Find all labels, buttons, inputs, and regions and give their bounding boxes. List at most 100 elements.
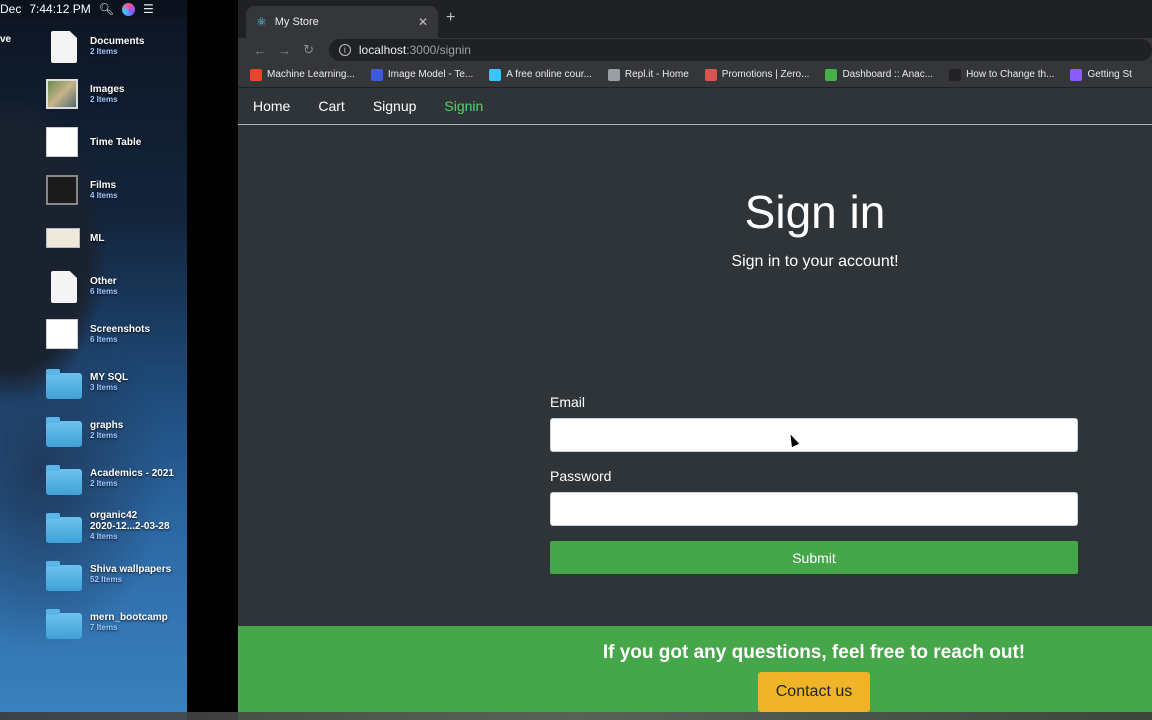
- desktop-item-name: Time Table: [90, 136, 142, 148]
- tab-my-store[interactable]: ⚛ My Store ✕: [246, 6, 438, 38]
- document-icon: [46, 271, 82, 303]
- desktop-item-name: Films: [90, 179, 117, 191]
- contact-us-button[interactable]: Contact us: [758, 672, 870, 712]
- desktop-gap: [187, 0, 238, 720]
- email-field[interactable]: [550, 418, 1078, 452]
- bookmark-label: A free online cour...: [506, 69, 592, 80]
- submit-button[interactable]: Submit: [550, 541, 1078, 574]
- desktop-item-text: Time Table: [90, 137, 141, 148]
- desktop-item-text: MY SQL 3 Items: [90, 372, 128, 393]
- bookmark-label: Repl.it - Home: [624, 69, 689, 80]
- reload-icon[interactable]: ↻: [297, 42, 321, 58]
- new-tab-button[interactable]: +: [446, 9, 455, 27]
- desktop-item[interactable]: Other 6 Items: [46, 264, 186, 308]
- url-path: :3000/signin: [406, 43, 471, 57]
- desktop-item-text: Academics - 2021 2 Items: [90, 468, 174, 489]
- desktop-item-count: 2 Items: [90, 46, 118, 56]
- bookmark-favicon-icon: [250, 68, 262, 81]
- back-arrow-icon[interactable]: ←: [248, 43, 272, 58]
- macos-desktop: Dec 7:44:12 PM 🔍︎ ☰ ve Documents 2 Items I…: [0, 0, 238, 720]
- password-group: Password: [550, 468, 1078, 526]
- folder-icon: [46, 607, 82, 639]
- nav-link-signin[interactable]: Signin: [444, 98, 483, 114]
- desktop-item[interactable]: Screenshots 6 Items: [46, 312, 186, 356]
- desktop-item-text: Other 6 Items: [90, 276, 118, 297]
- forward-arrow-icon[interactable]: →: [272, 43, 296, 58]
- page-title: Sign in: [744, 186, 886, 238]
- address-bar[interactable]: i localhost :3000/signin: [328, 39, 1152, 61]
- desktop-item-text: ML: [90, 233, 104, 244]
- desktop-item-text: Screenshots 6 Items: [90, 324, 150, 345]
- bookmark-label: Image Model - Te...: [387, 69, 474, 80]
- browser-toolbar: ← → ↻ i localhost :3000/signin: [238, 38, 1152, 62]
- menubar-time: 7:44:12 PM: [29, 2, 91, 16]
- menubar-date: Dec: [0, 2, 22, 16]
- folder-icon: [46, 511, 82, 543]
- document-icon: [46, 127, 82, 157]
- nav-link-signup[interactable]: Signup: [373, 98, 417, 114]
- desktop-item-text: Films 4 Items: [90, 180, 118, 201]
- email-label: Email: [550, 394, 586, 410]
- siri-icon[interactable]: [121, 2, 135, 16]
- notification-center-icon[interactable]: ☰: [143, 2, 154, 16]
- desktop-item-text: organic42 2020-12...2-03-28 4 Items: [90, 510, 170, 542]
- page-subtitle: Sign in to your account!: [731, 253, 899, 270]
- bookmark-favicon-icon: [949, 68, 962, 81]
- bookmark-item[interactable]: Getting St: [1070, 68, 1132, 81]
- bookmark-item[interactable]: Image Model - Te...: [370, 68, 474, 81]
- bookmark-label: How to Change th...: [966, 69, 1055, 80]
- browser-window: ⚛ My Store ✕ + ← → ↻ i localhost :3000/s…: [238, 0, 1152, 720]
- desktop-item-name: organic42 2020-12...2-03-28: [90, 510, 170, 533]
- desktop-item-text: mern_bootcamp 7 Items: [90, 612, 168, 633]
- footer: If you got any questions, feel free to r…: [238, 626, 1152, 720]
- desktop-item[interactable]: Documents 2 Items: [46, 24, 186, 68]
- bookmark-item[interactable]: A free online cour...: [489, 68, 592, 81]
- folder-icon: [46, 367, 82, 399]
- desktop-item-count: 2 Items: [90, 430, 118, 440]
- spotlight-icon[interactable]: 🔍︎: [99, 2, 114, 16]
- tab-title: My Store: [274, 16, 319, 28]
- menu-bar: Dec 7:44:12 PM 🔍︎ ☰: [0, 0, 187, 18]
- desktop-item-count: 4 Items: [90, 190, 118, 200]
- desktop-item-name: Academics - 2021: [90, 467, 174, 479]
- nav-link-home[interactable]: Home: [253, 98, 290, 114]
- url-host: localhost: [358, 43, 407, 57]
- desktop-item[interactable]: Time Table: [46, 120, 186, 164]
- desktop-item[interactable]: ML: [46, 216, 186, 260]
- bookmark-item[interactable]: Promotions | Zero...: [704, 68, 809, 81]
- folder-icon: [46, 415, 82, 447]
- desktop-item[interactable]: MY SQL 3 Items: [46, 360, 186, 404]
- desktop-item-name: Screenshots: [90, 323, 151, 335]
- desktop-item[interactable]: graphs 2 Items: [46, 408, 186, 452]
- bookmark-item[interactable]: Repl.it - Home: [607, 68, 689, 81]
- bookmark-label: Getting St: [1087, 69, 1132, 80]
- desktop-item-name: graphs: [90, 419, 124, 431]
- bookmark-favicon-icon: [825, 68, 838, 81]
- bookmarks-bar: Machine Learning... Image Model - Te... A …: [238, 62, 1152, 88]
- nav-link-cart[interactable]: Cart: [318, 98, 344, 114]
- bookmark-item[interactable]: Dashboard :: Anac...: [825, 68, 934, 81]
- bookmark-favicon-icon: [370, 68, 383, 81]
- tab-close-icon[interactable]: ✕: [418, 15, 428, 29]
- desktop-item[interactable]: Images 2 Items: [46, 72, 186, 116]
- tab-strip: ⚛ My Store ✕ +: [238, 0, 1152, 38]
- desktop-item-count: 52 Items: [90, 574, 123, 584]
- email-group: Email: [550, 394, 1078, 452]
- document-icon: [46, 223, 82, 253]
- bookmark-item[interactable]: Machine Learning...: [250, 68, 355, 81]
- desktop-item[interactable]: organic42 2020-12...2-03-28 4 Items: [46, 504, 186, 548]
- desktop-item[interactable]: Shiva wallpapers 52 Items: [46, 552, 186, 596]
- signin-form: Email Password Submit: [550, 394, 1078, 574]
- desktop-item-count: 6 Items: [90, 334, 118, 344]
- desktop-item-text: Documents 2 Items: [90, 36, 144, 57]
- desktop-item[interactable]: Films 4 Items: [46, 168, 186, 212]
- desktop-item-count: 6 Items: [90, 286, 118, 296]
- bookmark-label: Dashboard :: Anac...: [842, 69, 934, 80]
- password-field[interactable]: [550, 492, 1078, 526]
- desktop-item[interactable]: mern_bootcamp 7 Items: [46, 600, 186, 644]
- desktop-item[interactable]: Academics - 2021 2 Items: [46, 456, 186, 500]
- bookmark-item[interactable]: How to Change th...: [949, 68, 1055, 81]
- desktop-item-text: Shiva wallpapers 52 Items: [90, 564, 171, 585]
- document-icon: [46, 319, 82, 349]
- site-info-icon[interactable]: i: [338, 44, 351, 56]
